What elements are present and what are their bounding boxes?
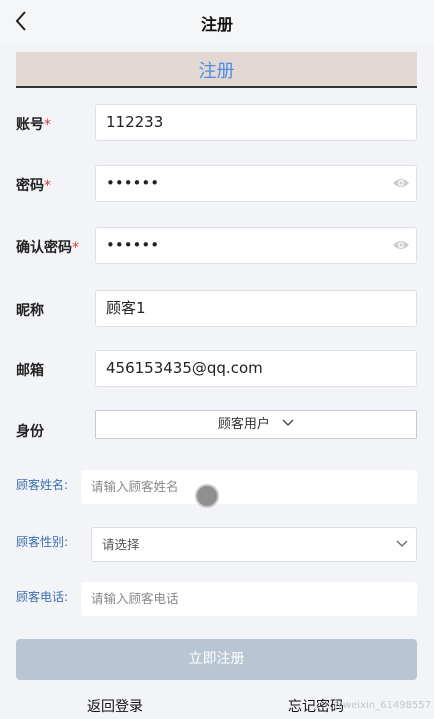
nickname-label: 昵称 [16,303,44,319]
chevron-down-icon [396,540,408,547]
customer-phone-input[interactable]: 请输入顾客电话 [81,582,417,616]
email-label: 邮箱 [16,363,44,379]
account-input[interactable]: 112233 [95,104,417,141]
required-mark: * [44,117,51,133]
chevron-down-icon [282,419,294,426]
customer-gender-select[interactable]: 请选择 [91,527,417,562]
page-title: 注册 [200,15,233,34]
email-input[interactable]: 456153435@qq.com [95,350,417,387]
nickname-input[interactable]: 顾客1 [95,290,417,327]
watermark: @weixin_61498557 [332,700,431,711]
register-button[interactable]: 立即注册 [16,639,417,680]
customer-name-input[interactable]: 请输入顾客姓名 [81,470,417,504]
password-input[interactable]: •••••• [95,165,417,202]
customer-gender-label: 顾客性别: [16,535,69,549]
customer-name-label: 顾客姓名: [16,478,69,492]
required-mark: * [44,178,51,194]
nav-bar: 注册 [0,0,434,44]
identity-select[interactable]: 顾客用户 [95,410,417,439]
password-label: 密码* [16,178,51,194]
eye-icon[interactable] [392,238,410,252]
back-to-login-link[interactable]: 返回登录 [87,696,143,716]
banner-title: 注册 [198,61,235,82]
confirm-password-label: 确认密码* [16,240,79,256]
eye-icon[interactable] [392,176,410,190]
identity-label: 身份 [16,424,44,440]
touch-indicator [195,484,219,508]
confirm-password-input[interactable]: •••••• [95,227,417,264]
account-label: 账号* [16,117,51,133]
register-banner: 注册 [16,52,417,88]
required-mark: * [72,240,79,256]
customer-phone-label: 顾客电话: [16,590,69,604]
